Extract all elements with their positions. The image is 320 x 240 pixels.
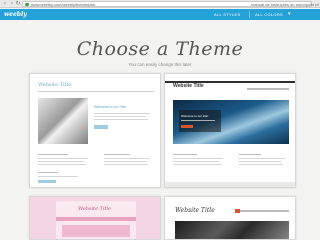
theme-card[interactable]: Website Title Welcome to our site! [164,73,296,188]
bookmark-label[interactable]: manual de instruções do monopólio pt [251,2,319,7]
theme-button [181,125,193,128]
theme-nav [56,217,136,221]
text-line [173,164,221,165]
text-line [38,154,68,155]
all-styles-link[interactable]: ALL STYLES [214,10,240,19]
text-line [239,158,285,159]
theme-hero-image [62,225,130,237]
text-line [239,154,261,155]
text-line [104,161,146,162]
text-line [38,161,84,162]
text-line [239,161,281,162]
app-header: weebly ALL STYLES ALL COLORS ▾ [0,9,320,20]
page-title: Choose a Theme [76,38,244,60]
text-line [38,172,58,173]
page-subtitle: You can easily change this later [128,62,192,67]
theme-nav [237,210,289,212]
text-line [173,161,219,162]
text-line [104,154,130,155]
text-line [38,158,88,159]
theme-hero-image [175,221,289,239]
text-line [94,116,146,117]
theme-card[interactable]: Website Title Welcome to our Site! [29,73,161,188]
theme-site-title: Website Title [38,82,72,88]
text-line [94,119,148,120]
text-line [173,154,197,155]
theme-hero-image [38,98,88,144]
text-line [181,120,215,121]
url-text: www.weebly.com/weebly/theme/pick [31,2,96,7]
weebly-logo[interactable]: weebly [4,10,27,19]
all-colors-link[interactable]: ALL COLORS [255,10,283,19]
back-icon[interactable]: ‹ [2,1,8,7]
text-line [104,158,150,159]
text-line [239,164,283,165]
divider [38,91,154,92]
theme-top-bar [165,81,295,83]
theme-footer [165,182,295,187]
text-line [38,164,86,165]
text-line [104,164,148,165]
theme-site-title: Website Title [175,207,215,214]
browser-toolbar: ‹ › ↻ www.weebly.com/weebly/theme/pick m… [0,0,320,8]
text-line [38,176,78,177]
theme-card[interactable]: Website Title [29,196,161,240]
theme-hero-text: Welcome to our Site! [94,105,127,109]
text-line [94,113,150,114]
theme-site-title: Website Title [78,206,112,212]
lock-icon [25,3,29,6]
reload-icon[interactable]: ↻ [15,1,21,7]
text-line [173,158,223,159]
header-divider [249,11,250,18]
theme-nav [247,88,289,90]
theme-site-title: Website Title [173,83,204,89]
address-bar[interactable]: www.weebly.com/weebly/theme/pick manual … [22,1,319,7]
theme-nav-active [235,209,240,213]
theme-button [38,180,56,183]
chevron-down-icon[interactable]: ▾ [288,10,291,19]
theme-hero-text: Welcome to our site! [181,114,209,118]
theme-card[interactable]: Website Title [164,196,296,240]
theme-button [94,125,108,129]
